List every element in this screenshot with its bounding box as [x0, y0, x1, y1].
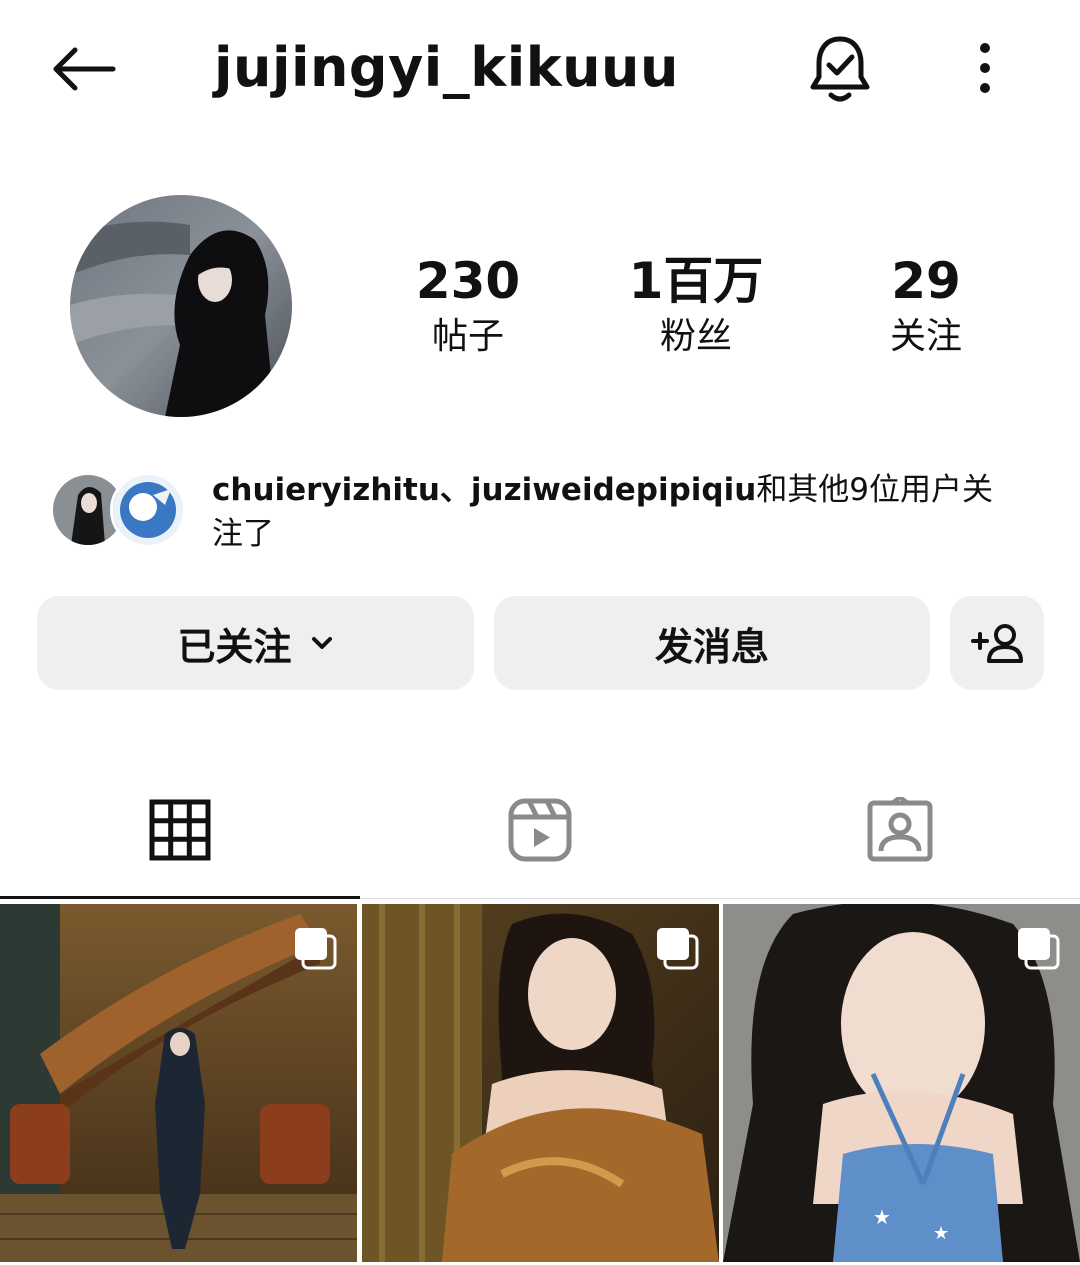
following-button[interactable]: 已关注: [37, 596, 474, 690]
stat-posts[interactable]: 230 帖子: [368, 250, 568, 362]
tagged-tab[interactable]: [840, 780, 960, 880]
back-arrow-icon[interactable]: [44, 34, 124, 104]
message-button-label: 发消息: [654, 624, 769, 669]
followed-by-text[interactable]: chuieryizhitu、juziweidepipiqiu和其他9位用户关 注…: [212, 468, 1042, 556]
profile-avatar[interactable]: [70, 195, 292, 417]
add-user-button[interactable]: [950, 596, 1044, 690]
stat-following[interactable]: 29 关注: [826, 250, 1026, 362]
stat-posts-label: 帖子: [431, 316, 504, 357]
svg-text:★: ★: [933, 1223, 949, 1244]
bell-check-icon[interactable]: [802, 30, 878, 106]
multiple-posts-icon: [293, 926, 337, 970]
stat-followers-label: 粉丝: [659, 316, 732, 357]
post-thumbnail[interactable]: [362, 904, 719, 1262]
stat-followers-count: 1百万: [628, 252, 764, 310]
stat-following-count: 29: [891, 252, 961, 310]
reels-icon: [507, 797, 573, 863]
chevron-down-icon: [310, 635, 334, 651]
follower-avatar[interactable]: [110, 472, 186, 548]
top-bar: jujingyi_kikuuu: [0, 0, 1080, 140]
post-thumbnail[interactable]: ★ ★: [723, 904, 1080, 1262]
stat-followers[interactable]: 1百万 粉丝: [596, 250, 796, 362]
followed-by-usernames: chuieryizhitu、juziweidepipiqiu: [212, 472, 757, 508]
stat-following-label: 关注: [889, 316, 962, 357]
profile-username: jujingyi_kikuuu: [214, 36, 679, 99]
reels-tab[interactable]: [480, 780, 600, 880]
followed-by-rest: 和其他9位用户关: [756, 472, 994, 508]
stat-posts-count: 230: [415, 252, 521, 310]
active-tab-indicator: [0, 896, 360, 899]
grid-tab[interactable]: [120, 780, 240, 880]
more-vertical-icon[interactable]: [955, 30, 1015, 106]
svg-text:★: ★: [873, 1205, 891, 1229]
tagged-icon: [866, 797, 934, 863]
multiple-posts-icon: [1016, 926, 1060, 970]
add-person-icon: [969, 621, 1025, 665]
following-button-label: 已关注: [177, 624, 292, 669]
followed-by-rest-2: 注了: [212, 516, 274, 552]
message-button[interactable]: 发消息: [494, 596, 930, 690]
multiple-posts-icon: [655, 926, 699, 970]
post-thumbnail[interactable]: [0, 904, 357, 1262]
grid-icon: [149, 799, 211, 861]
